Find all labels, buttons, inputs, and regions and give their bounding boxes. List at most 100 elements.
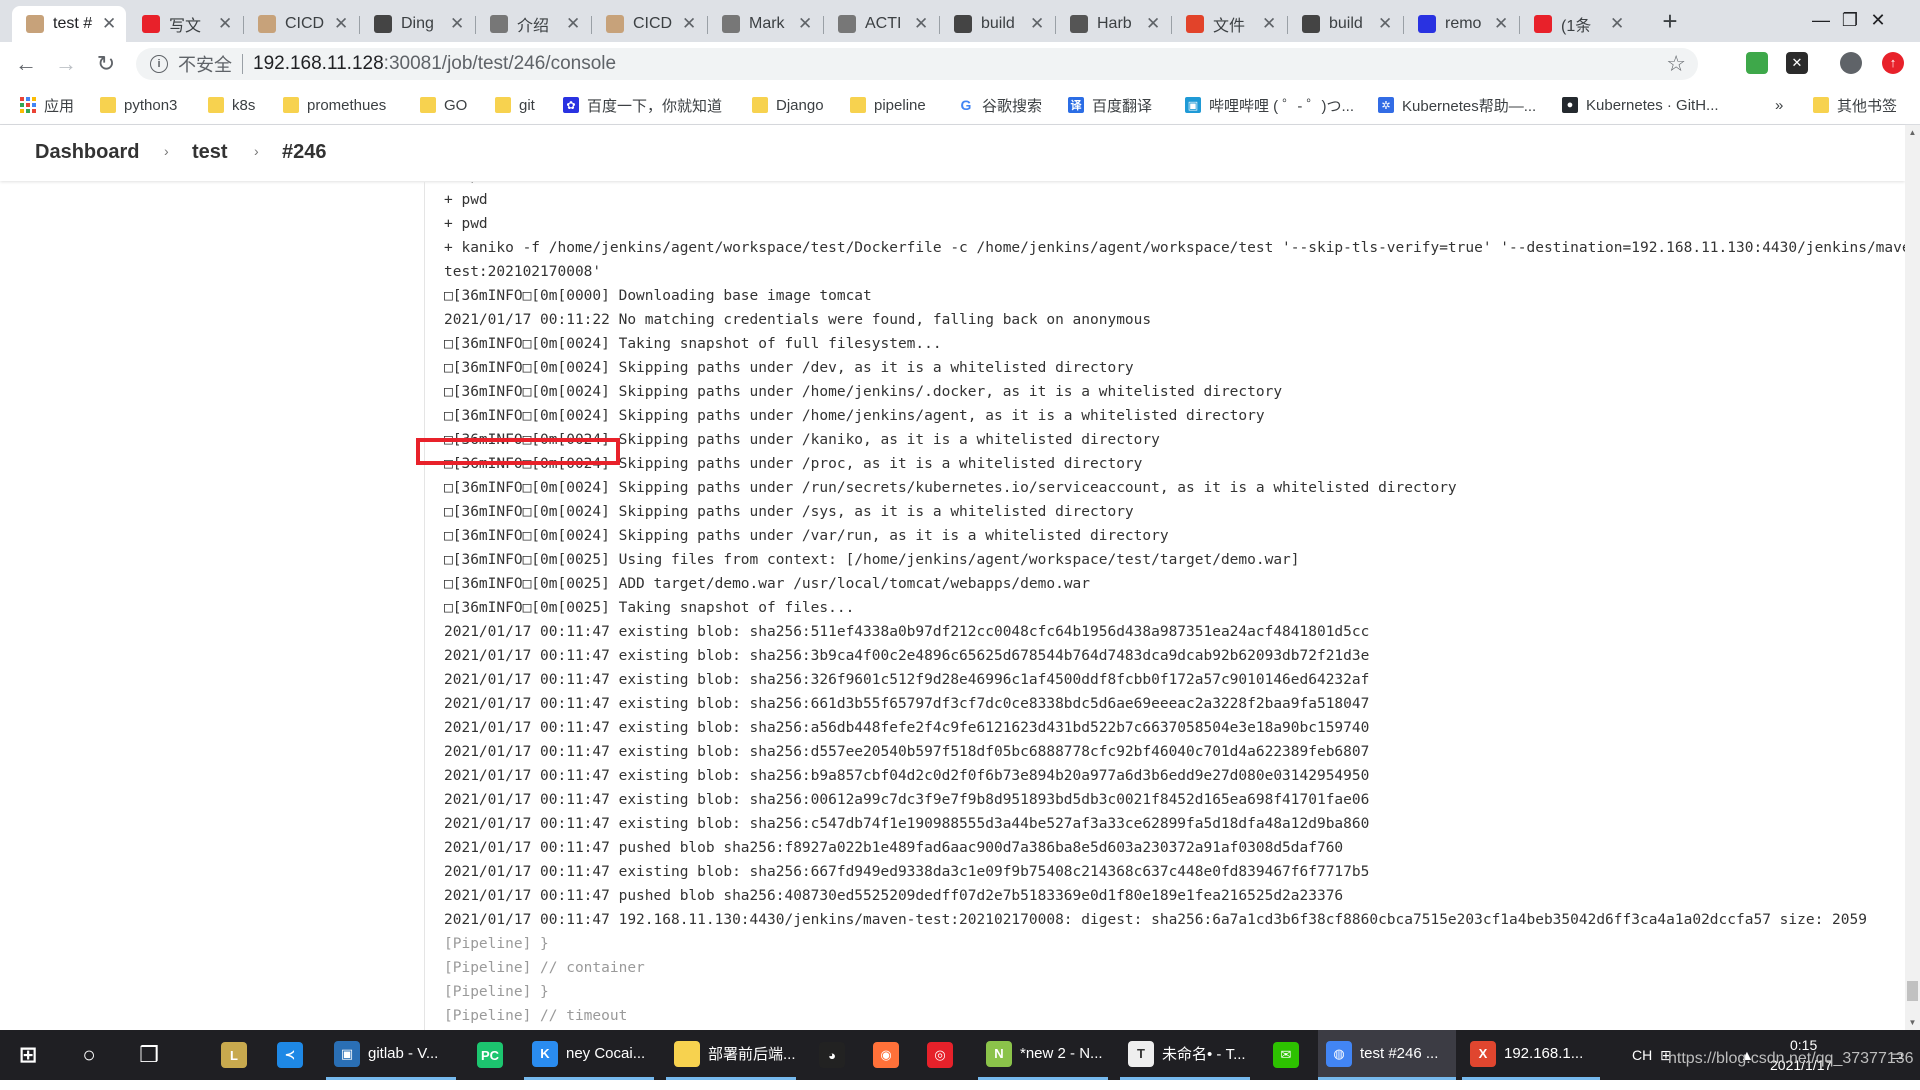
browser-tab[interactable]: test # ✕ [12, 6, 126, 42]
taskbar-button[interactable]: Kney Cocai... [524, 1030, 654, 1080]
taskbar-button[interactable]: PC [466, 1030, 514, 1080]
folder-icon [283, 97, 299, 113]
bookmark-star-icon[interactable]: ☆ [1666, 51, 1686, 77]
browser-tab[interactable]: CICD ✕ [244, 6, 358, 42]
bookmark-item[interactable]: G 谷歌搜索 [958, 94, 1042, 116]
browser-tab[interactable]: (1条 ✕ [1520, 6, 1634, 42]
bookmark-item[interactable]: git [495, 94, 535, 116]
console-pipeline-line: [Pipeline] // timeout [444, 1008, 628, 1024]
taskbar-button[interactable]: X 192.168.1... [1462, 1030, 1600, 1080]
tab-separator [243, 16, 244, 34]
close-tab-icon[interactable]: ✕ [218, 14, 232, 34]
address-bar[interactable]: i 不安全 192.168.11.128:30081/job/test/246/… [136, 48, 1698, 80]
console-line: □[36mINFO□[0m[0024] Skipping paths under… [444, 384, 1283, 400]
bookmark-item[interactable]: ✲ Kubernetes帮助—... [1378, 94, 1536, 116]
close-tab-icon[interactable]: ✕ [450, 14, 464, 34]
url-host[interactable]: 192.168.11.128 [253, 53, 384, 75]
taskbar-button[interactable]: ○ [60, 1030, 118, 1080]
bookmark-item[interactable]: » [1775, 94, 1783, 116]
browser-tab[interactable]: remo ✕ [1404, 6, 1518, 42]
browser-tab[interactable]: Mark ✕ [708, 6, 822, 42]
close-tab-icon[interactable]: ✕ [1262, 14, 1276, 34]
info-icon[interactable]: i [150, 55, 168, 73]
browser-tab[interactable]: CICD ✕ [592, 6, 706, 42]
url-path[interactable]: :30081/job/test/246/console [384, 53, 616, 75]
taskbar-button[interactable]: L [210, 1030, 258, 1080]
breadcrumb-build[interactable]: #246 [282, 141, 327, 164]
bookmark-label: python3 [124, 96, 178, 114]
new-tab-icon[interactable]: + [1654, 6, 1686, 38]
browser-tab[interactable]: Harb ✕ [1056, 6, 1170, 42]
page-scrollbar[interactable]: ▲ ▼ [1905, 125, 1920, 1030]
taskbar-button[interactable]: ◎ [916, 1030, 964, 1080]
browser-tab[interactable]: build ✕ [1288, 6, 1402, 42]
close-tab-icon[interactable]: ✕ [798, 14, 812, 34]
scroll-down-icon[interactable]: ▼ [1905, 1015, 1920, 1030]
bookmark-item[interactable]: promethues [283, 94, 386, 116]
back-icon[interactable]: ← [12, 50, 40, 78]
close-tab-icon[interactable]: ✕ [1146, 14, 1160, 34]
browser-tab[interactable]: 文件 ✕ [1172, 6, 1286, 42]
document-icon [838, 15, 856, 33]
update-menu-icon[interactable]: ↑ [1882, 52, 1904, 74]
close-tab-icon[interactable]: ✕ [566, 14, 580, 34]
console-line: 2021/01/17 00:11:47 existing blob: sha25… [444, 792, 1370, 808]
more-bookmarks-icon: » [1775, 96, 1784, 114]
watermark-text: https://blog.csdn.net/qq_37377136 [1668, 1050, 1914, 1067]
bookmark-item[interactable]: GO [420, 94, 467, 116]
extension-green-icon[interactable] [1746, 52, 1768, 74]
bookmark-item[interactable]: ▣ 哔哩哔哩 ( ゜- ゜)つ... [1185, 94, 1354, 116]
browser-tab[interactable]: build ✕ [940, 6, 1054, 42]
taskbar-button[interactable]: ≺ [266, 1030, 314, 1080]
taskbar-button[interactable]: ▣ gitlab - V... [326, 1030, 456, 1080]
bookmark-item[interactable]: ✿ 百度一下，你就知道 [563, 94, 722, 116]
close-window-icon[interactable]: ✕ [1848, 0, 1908, 40]
forward-icon[interactable]: → [52, 50, 80, 78]
close-tab-icon[interactable]: ✕ [1378, 14, 1392, 34]
browser-tab[interactable]: Ding ✕ [360, 6, 474, 42]
scroll-up-icon[interactable]: ▲ [1905, 125, 1920, 140]
close-tab-icon[interactable]: ✕ [914, 14, 928, 34]
taskbar-label: 未命名• - T... [1162, 1046, 1246, 1063]
document-icon [722, 15, 740, 33]
bookmark-item[interactable]: 其他书签 [1813, 94, 1897, 116]
close-tab-icon[interactable]: ✕ [102, 14, 116, 34]
taskbar-button[interactable]: ❒ [120, 1030, 178, 1080]
breadcrumb-job[interactable]: test [192, 141, 228, 164]
reload-icon[interactable]: ↻ [92, 50, 120, 78]
bookmark-item[interactable]: Django [752, 94, 824, 116]
close-tab-icon[interactable]: ✕ [1030, 14, 1044, 34]
close-tab-icon[interactable]: ✕ [1494, 14, 1508, 34]
tab-title: (1条 [1561, 18, 1592, 35]
taskbar-button[interactable]: N *new 2 - N... [978, 1030, 1108, 1080]
bookmark-item[interactable]: 译百度翻译 [1068, 94, 1152, 116]
taskbar-button[interactable]: ◍ test #246 ... [1318, 1030, 1456, 1080]
profile-avatar-icon[interactable] [1840, 52, 1862, 74]
bookmark-item[interactable]: python3 [100, 94, 177, 116]
browser-tab[interactable]: 介绍 ✕ [476, 6, 590, 42]
taskbar-button[interactable]: ✉ [1262, 1030, 1310, 1080]
highlight-annotation-box [416, 438, 620, 465]
bookmark-item[interactable]: k8s [208, 94, 255, 116]
extension-x-icon[interactable]: ✕ [1786, 52, 1808, 74]
close-tab-icon[interactable]: ✕ [1610, 14, 1624, 34]
taskbar-button[interactable]: ⊞ [0, 1030, 56, 1080]
bookmark-item[interactable]: 应用 [20, 94, 74, 116]
browser-tab[interactable]: 写文 ✕ [128, 6, 242, 42]
taskbar-button[interactable]: ◕ [808, 1030, 856, 1080]
folder-icon [208, 97, 224, 113]
scrollbar-thumb[interactable] [1907, 981, 1918, 1001]
tab-separator [475, 16, 476, 34]
bookmark-item[interactable]: pipeline [850, 94, 926, 116]
taskbar-button[interactable]: ◉ [862, 1030, 910, 1080]
bookmark-item[interactable]: ● Kubernetes · GitH... [1562, 94, 1719, 116]
ime-indicator[interactable]: CH [1632, 1030, 1652, 1080]
insecure-label[interactable]: 不安全 [178, 51, 232, 77]
close-tab-icon[interactable]: ✕ [682, 14, 696, 34]
browser-tab[interactable]: ACTI ✕ [824, 6, 938, 42]
taskbar-button[interactable]: 部署前后端... [666, 1030, 796, 1080]
breadcrumb-dashboard[interactable]: Dashboard [35, 141, 139, 164]
taskbar-button[interactable]: T 未命名• - T... [1120, 1030, 1250, 1080]
tab-title: 介绍 [517, 18, 550, 35]
close-tab-icon[interactable]: ✕ [334, 14, 348, 34]
